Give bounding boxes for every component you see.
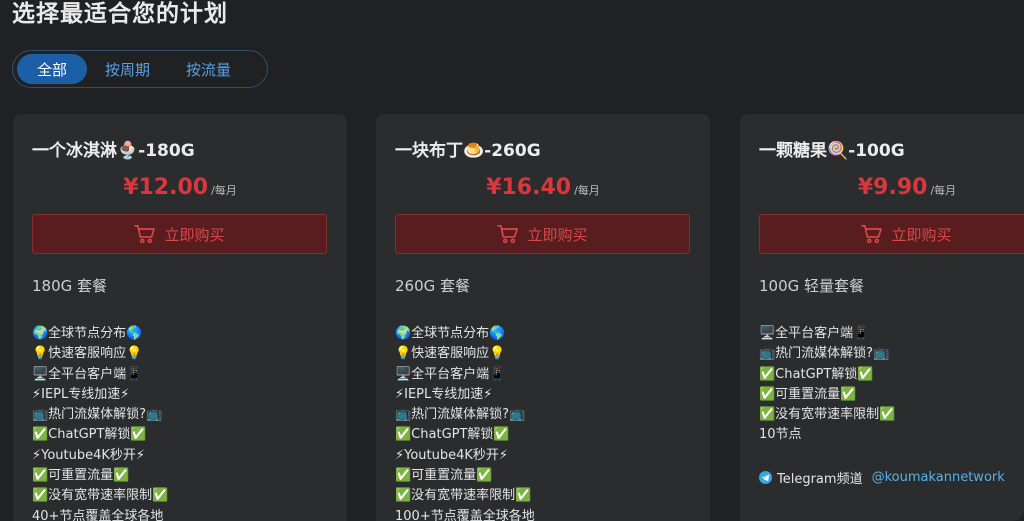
- plan-period: /每月: [930, 184, 957, 197]
- filter-toggle-group: 全部 按周期 按流量: [12, 50, 268, 88]
- plan-price: ¥12.00: [123, 175, 209, 200]
- filter-all-button[interactable]: 全部: [17, 54, 88, 84]
- plan-period: /每月: [574, 184, 600, 197]
- feature-item: 💡快速客服响应💡: [395, 346, 506, 362]
- plan-title: 一颗糖果🍭-100G: [759, 141, 905, 161]
- plan-period: /每月: [211, 184, 237, 197]
- buy-now-button[interactable]: 立即购买: [759, 214, 1024, 254]
- price-row: ¥12.00/每月: [13, 175, 347, 200]
- feature-list: 🌍全球节点分布🌎 💡快速客服响应💡 🖥️全平台客户端📱 ⚡IEPL专线加速⚡ 📺…: [395, 324, 535, 521]
- plan-title: 一个冰淇淋🍨-180G: [32, 141, 195, 161]
- feature-list: 🌍全球节点分布🌎 💡快速客服响应💡 🖥️全平台客户端📱 ⚡IEPL专线加速⚡ 📺…: [32, 324, 168, 521]
- feature-item: 10节点: [759, 427, 802, 443]
- cart-icon: [497, 225, 519, 244]
- feature-item: ⚡Youtube4K秒开⚡: [32, 447, 146, 463]
- feature-item: 📺热门流媒体解锁?📺: [759, 346, 890, 362]
- feature-item: 📺热门流媒体解锁?📺: [32, 407, 163, 423]
- buy-now-button[interactable]: 立即购买: [32, 214, 327, 254]
- feature-item: ✅可重置流量✅: [32, 468, 130, 484]
- feature-item: ✅可重置流量✅: [759, 386, 857, 402]
- cart-icon: [861, 225, 883, 244]
- plan-price: ¥9.90: [857, 175, 928, 200]
- telegram-label: Telegram频道: [777, 472, 863, 487]
- feature-list: 🖥️全平台客户端📱 📺热门流媒体解锁?📺 ✅ChatGPT解锁✅ ✅可重置流量✅…: [759, 324, 895, 446]
- filter-by-traffic-button[interactable]: 按流量: [168, 54, 249, 84]
- page: 选择最适合您的计划 全部 按周期 按流量 一个冰淇淋🍨-180G ¥12.00/…: [0, 0, 1024, 521]
- buy-now-button[interactable]: 立即购买: [395, 214, 690, 254]
- buy-now-label: 立即购买: [164, 225, 225, 244]
- plan-card-candy: 一颗糖果🍭-100G ¥9.90/每月 立即购买 100G 轻量套餐 🖥️全平台…: [740, 114, 1024, 521]
- feature-item: ✅没有宽带速率限制✅: [395, 488, 532, 504]
- feature-item: ✅ChatGPT解锁✅: [759, 366, 874, 382]
- plan-subtitle: 100G 轻量套餐: [759, 277, 865, 295]
- plan-card-pudding: 一块布丁🍮-260G ¥16.40/每月 立即购买 260G 套餐 🌍全球节点分…: [376, 114, 710, 521]
- feature-item: 📺热门流媒体解锁?📺: [395, 407, 526, 423]
- feature-item: ✅没有宽带速率限制✅: [32, 488, 169, 504]
- plan-card-ice-cream: 一个冰淇淋🍨-180G ¥12.00/每月 立即购买 180G 套餐 🌍全球节点…: [13, 114, 347, 521]
- feature-item: 40+节点覆盖全球各地: [32, 508, 164, 521]
- feature-item: 🖥️全平台客户端📱: [32, 366, 143, 382]
- buy-now-label: 立即购买: [527, 225, 588, 244]
- feature-item: 🌍全球节点分布🌎: [32, 326, 143, 341]
- telegram-row: Telegram频道 @koumakannetwork: [759, 468, 1005, 487]
- plan-subtitle: 260G 套餐: [395, 277, 471, 295]
- price-row: ¥16.40/每月: [376, 175, 710, 200]
- feature-item: 🖥️全平台客户端📱: [395, 366, 506, 382]
- feature-item: 🖥️全平台客户端📱: [759, 326, 870, 341]
- price-row: ¥9.90/每月: [740, 175, 1024, 200]
- feature-item: 🌍全球节点分布🌎: [395, 326, 506, 341]
- feature-item: ⚡IEPL专线加速⚡: [32, 386, 130, 402]
- feature-item: ✅可重置流量✅: [395, 468, 493, 484]
- feature-item: ✅ChatGPT解锁✅: [395, 427, 510, 443]
- feature-item: ✅ChatGPT解锁✅: [32, 427, 147, 443]
- buy-now-label: 立即购买: [891, 225, 952, 244]
- page-title: 选择最适合您的计划: [12, 1, 228, 27]
- feature-item: 💡快速客服响应💡: [32, 346, 143, 362]
- feature-item: 100+节点覆盖全球各地: [395, 508, 535, 521]
- telegram-channel-link[interactable]: @koumakannetwork: [872, 470, 1005, 485]
- plan-price: ¥16.40: [486, 175, 572, 200]
- cart-icon: [134, 225, 156, 244]
- feature-item: ⚡IEPL专线加速⚡: [395, 386, 493, 402]
- filter-by-period-button[interactable]: 按周期: [87, 54, 168, 84]
- plan-title: 一块布丁🍮-260G: [395, 141, 541, 161]
- telegram-icon: [759, 471, 772, 484]
- plan-subtitle: 180G 套餐: [32, 277, 108, 295]
- feature-item: ⚡Youtube4K秒开⚡: [395, 447, 509, 463]
- feature-item: ✅没有宽带速率限制✅: [759, 407, 896, 423]
